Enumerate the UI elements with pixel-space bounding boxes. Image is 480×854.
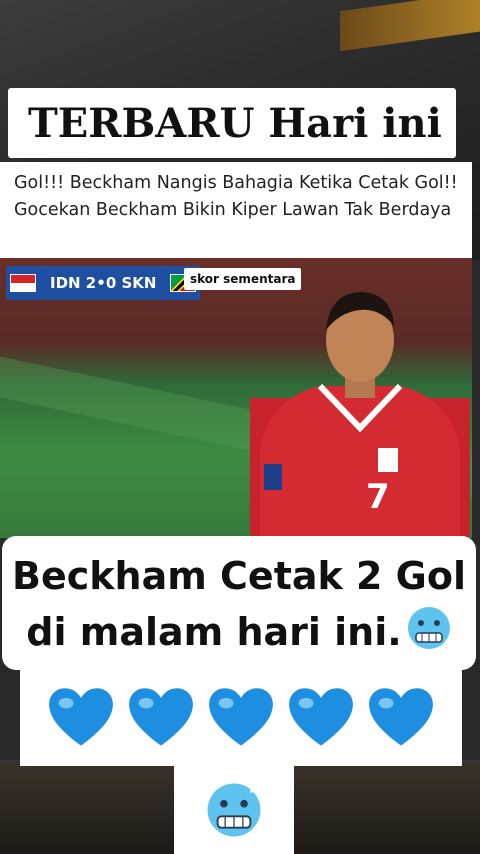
blue-heart-icon <box>369 688 433 746</box>
match-score: IDN 2•0 SKN <box>40 270 167 296</box>
jersey-number: 7 <box>366 477 390 517</box>
caption-line-1: Beckham Cetak 2 Gol <box>11 554 466 598</box>
player-image: 7 <box>250 292 470 538</box>
caption-card: Beckham Cetak 2 Gol di malam hari ini. <box>2 536 476 670</box>
score-status: skor sementara <box>184 268 302 290</box>
scorebug: IDN 2•0 SKN <box>6 266 201 300</box>
description-text: Gol!!! Beckham Nangis Bahagia Ketika Cet… <box>14 173 458 220</box>
title-card: TERBARU Hari ini <box>8 88 456 158</box>
caption-line-2: di malam hari ini. <box>26 610 402 654</box>
hearts-row <box>20 670 462 766</box>
blue-heart-icon <box>129 688 193 746</box>
page-title: TERBARU Hari ini <box>28 99 442 147</box>
blue-heart-icon <box>49 688 113 746</box>
cold-face-icon <box>407 607 450 649</box>
indonesia-flag-icon <box>10 274 36 292</box>
blue-heart-icon <box>209 688 273 746</box>
cold-face-icon <box>207 783 261 837</box>
video-frame[interactable]: 7 IDN 2•0 SKN skor sementara <box>0 258 472 538</box>
emoji-card <box>174 766 294 854</box>
blue-heart-icon <box>289 688 353 746</box>
description-card: Gol!!! Beckham Nangis Bahagia Ketika Cet… <box>0 162 472 258</box>
scorebug-strip: IDN 2•0 SKN <box>6 266 201 300</box>
